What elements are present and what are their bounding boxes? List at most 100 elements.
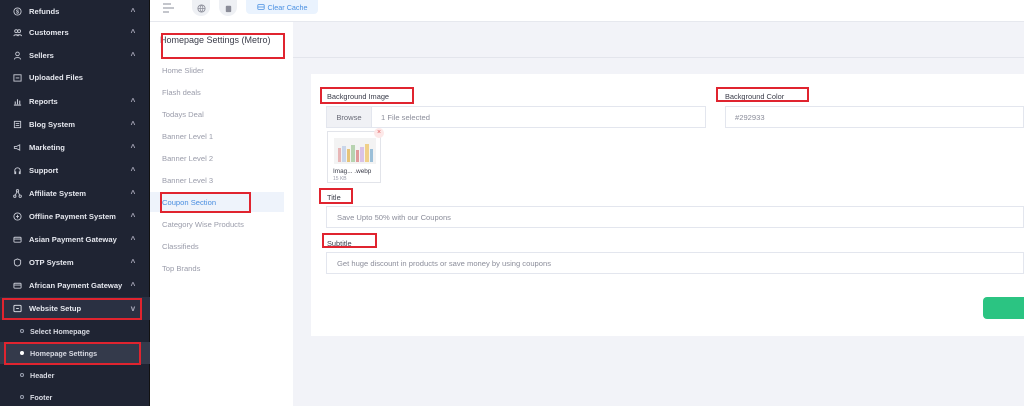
- otp-icon: [12, 258, 22, 268]
- sidebar-item-affiliate-system[interactable]: Affiliate System ^: [0, 182, 150, 205]
- sidebar-subitem-header[interactable]: Header: [0, 364, 150, 386]
- file-selected-text: 1 File selected: [381, 112, 430, 122]
- settings-nav: Homepage Settings (Metro) Home Slider Fl…: [150, 22, 293, 406]
- sidebar-subitem-label: Header: [30, 370, 55, 380]
- sidebar-item-label: Customers: [29, 28, 69, 37]
- main-header: [293, 22, 1024, 58]
- chevron-up-icon: ^: [130, 235, 136, 244]
- sidebar-item-label: African Payment Gateway: [29, 281, 123, 290]
- highlight-box: [160, 192, 251, 213]
- settings-nav-flash-deals[interactable]: Flash deals: [150, 82, 284, 102]
- settings-nav-todays-deal[interactable]: Todays Deal: [150, 104, 284, 124]
- remove-image-icon[interactable]: ×: [374, 128, 384, 138]
- folder-icon: [12, 73, 22, 83]
- background-color-value: #292933: [735, 112, 765, 122]
- image-thumbnail: Imag... .webp 15 KB ×: [327, 128, 384, 183]
- settings-nav-label: Top Brands: [162, 263, 201, 273]
- sidebar-item-blog-system[interactable]: Blog System ^: [0, 113, 150, 136]
- sidebar-subitem-label: Select Homepage: [30, 326, 90, 336]
- highlight-box: [4, 342, 141, 365]
- sidebar-item-label: Reports: [29, 97, 58, 106]
- settings-nav-banner-level-2[interactable]: Banner Level 2: [150, 148, 284, 168]
- sidebar-item-label: Offline Payment System: [29, 212, 116, 221]
- sidebar-item-offline-payment[interactable]: Offline Payment System ^: [0, 205, 150, 228]
- chevron-up-icon: ^: [130, 51, 136, 60]
- clear-cache-label: Clear Cache: [267, 2, 308, 12]
- sidebar-item-african-payment-gateway[interactable]: African Payment Gateway ^: [0, 274, 150, 297]
- title-input[interactable]: Save Upto 50% with our Coupons: [326, 206, 1024, 228]
- settings-nav-top-brands[interactable]: Top Brands: [150, 258, 284, 278]
- sidebar-subitem-label: Footer: [30, 392, 53, 402]
- background-color-input[interactable]: #292933: [725, 106, 1024, 128]
- settings-nav-label: Classifieds: [162, 241, 199, 251]
- sidebar-item-customers[interactable]: Customers ^: [0, 21, 150, 44]
- sidebar-item-label: OTP System: [29, 258, 74, 267]
- thumbnail-image: [334, 138, 376, 164]
- sidebar-item-refunds[interactable]: $ Refunds ^: [0, 0, 150, 23]
- highlight-box: [320, 87, 414, 104]
- sidebar-item-label: Sellers: [29, 51, 54, 60]
- thumbnail-filesize: 15 KB: [333, 176, 347, 182]
- settings-nav-label: Flash deals: [162, 87, 201, 97]
- chevron-up-icon: ^: [130, 166, 136, 175]
- sidebar-subitem-footer[interactable]: Footer: [0, 386, 150, 406]
- sidebar-item-sellers[interactable]: Sellers ^: [0, 44, 150, 67]
- settings-nav-label: Home Slider: [162, 65, 204, 75]
- settings-nav-banner-level-1[interactable]: Banner Level 1: [150, 126, 284, 146]
- sidebar-item-label: Blog System: [29, 120, 75, 129]
- cache-icon: [256, 4, 265, 10]
- clear-cache-button[interactable]: Clear Cache: [246, 0, 318, 14]
- highlight-box: [2, 298, 142, 320]
- megaphone-icon: [12, 143, 22, 153]
- sidebar-item-reports[interactable]: Reports ^: [0, 90, 150, 113]
- chevron-up-icon: ^: [130, 143, 136, 152]
- subtitle-input[interactable]: Get huge discount in products or save mo…: [326, 252, 1024, 274]
- sellers-icon: [12, 51, 22, 61]
- save-button[interactable]: [983, 297, 1024, 319]
- sidebar: $ Refunds ^ Customers ^ Sellers ^ Upload…: [0, 0, 150, 406]
- thumbnail-filename: Imag... .webp: [333, 168, 372, 175]
- sidebar-item-otp-system[interactable]: OTP System ^: [0, 251, 150, 274]
- sidebar-item-uploaded-files[interactable]: Uploaded Files: [0, 66, 150, 89]
- sidebar-item-label: Affiliate System: [29, 189, 86, 198]
- refund-icon: $: [12, 7, 22, 17]
- support-icon: [12, 166, 22, 176]
- background-image-input[interactable]: Browse 1 File selected: [326, 106, 706, 128]
- settings-nav-label: Category Wise Products: [162, 219, 244, 229]
- blog-icon: [12, 120, 22, 130]
- chevron-up-icon: ^: [130, 120, 136, 129]
- settings-nav-classifieds[interactable]: Classifieds: [150, 236, 284, 256]
- settings-nav-category-wise-products[interactable]: Category Wise Products: [150, 214, 284, 234]
- sidebar-item-label: Support: [29, 166, 59, 175]
- sidebar-item-marketing[interactable]: Marketing ^: [0, 136, 150, 159]
- highlight-box: [322, 233, 377, 248]
- settings-nav-home-slider[interactable]: Home Slider: [150, 60, 284, 80]
- title-value: Save Upto 50% with our Coupons: [337, 212, 451, 222]
- settings-nav-banner-level-3[interactable]: Banner Level 3: [150, 170, 284, 190]
- highlight-box: [716, 87, 809, 102]
- highlight-box: [161, 33, 285, 59]
- sidebar-item-label: Uploaded Files: [29, 73, 84, 82]
- sidebar-item-asian-payment-gateway[interactable]: Asian Payment Gateway ^: [0, 228, 150, 251]
- globe-icon[interactable]: [192, 0, 210, 16]
- chevron-up-icon: ^: [130, 7, 136, 16]
- sidebar-item-label: Asian Payment Gateway: [29, 235, 117, 244]
- settings-nav-label: Banner Level 3: [162, 175, 214, 185]
- offline-payment-icon: [12, 212, 22, 222]
- svg-text:$: $: [16, 10, 19, 16]
- browse-button[interactable]: Browse: [327, 107, 372, 127]
- subtitle-value: Get huge discount in products or save mo…: [337, 258, 552, 268]
- menu-toggle-icon[interactable]: [163, 3, 175, 13]
- sidebar-item-label: Marketing: [29, 143, 65, 152]
- bullet-icon: [20, 395, 24, 399]
- sidebar-item-label: Refunds: [29, 7, 60, 16]
- settings-nav-label: Banner Level 1: [162, 131, 214, 141]
- payment-gateway-icon: [12, 281, 22, 291]
- pos-icon[interactable]: [219, 0, 237, 16]
- customers-icon: [12, 28, 22, 38]
- settings-nav-label: Banner Level 2: [162, 153, 214, 163]
- sidebar-subitem-select-homepage[interactable]: Select Homepage: [0, 320, 150, 342]
- chevron-up-icon: ^: [130, 258, 136, 267]
- topbar: Clear Cache: [150, 0, 1024, 22]
- sidebar-item-support[interactable]: Support ^: [0, 159, 150, 182]
